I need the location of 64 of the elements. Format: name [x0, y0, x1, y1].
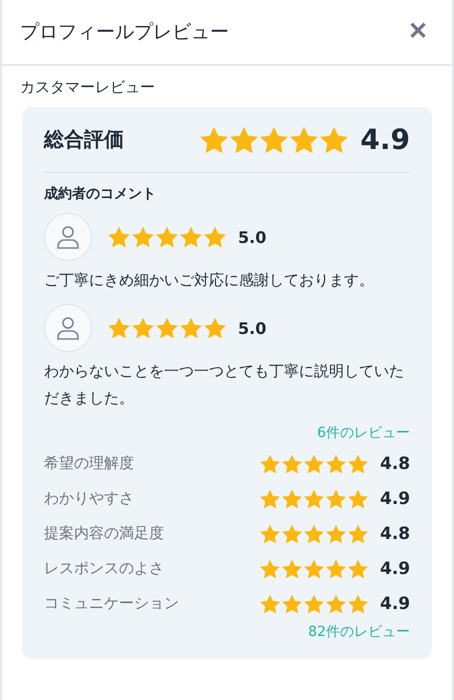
star-icon — [282, 594, 302, 614]
star-icon — [260, 488, 280, 508]
star-icon — [320, 126, 348, 154]
star-icon — [304, 558, 324, 578]
star-icon — [230, 126, 258, 154]
category-label: レスポンスのよさ — [44, 559, 164, 578]
panel-title: プロフィールプレビュー — [20, 20, 229, 45]
comment-score: 5.0 — [238, 318, 266, 338]
star-icon — [304, 524, 324, 544]
category-label: 提案内容の満足度 — [44, 524, 164, 543]
star-icon — [156, 226, 178, 248]
star-icon — [260, 126, 288, 154]
star-icon — [326, 524, 346, 544]
star-icon — [348, 454, 368, 474]
star-icon — [348, 488, 368, 508]
star-icon — [326, 594, 346, 614]
category-label: 希望の理解度 — [44, 454, 134, 473]
comments-title: 成約者のコメント — [44, 185, 156, 203]
category-score: 4.9 — [380, 488, 410, 508]
star-icon — [304, 594, 324, 614]
star-icon — [204, 317, 226, 339]
star-icon — [180, 226, 202, 248]
star-icon — [282, 558, 302, 578]
category-score: 4.9 — [380, 594, 410, 614]
category-label: わかりやすさ — [44, 489, 134, 508]
star-icon — [156, 317, 178, 339]
overall-label: 総合評価 — [44, 126, 124, 153]
star-icon — [108, 317, 130, 339]
star-icon — [290, 126, 318, 154]
close-button[interactable]: ✕ — [402, 20, 434, 44]
star-icon — [204, 226, 226, 248]
comment-text: ご丁寧にきめ細かいご対応に感謝しております。 — [44, 270, 375, 291]
avatar-icon — [44, 304, 92, 352]
star-icon — [200, 126, 228, 154]
star-icon — [108, 226, 130, 248]
star-icon — [260, 558, 280, 578]
reviews-link[interactable]: 82件のレビュー — [308, 623, 410, 641]
star-icon — [260, 524, 280, 544]
star-icon — [132, 317, 154, 339]
category-score: 4.9 — [380, 558, 410, 578]
star-icon — [304, 454, 324, 474]
star-icon — [326, 454, 346, 474]
star-icon — [180, 317, 202, 339]
reviews-link[interactable]: 6件のレビュー — [317, 424, 410, 442]
star-icon — [348, 524, 368, 544]
category-label: コミュニケーション — [44, 594, 179, 613]
star-icon — [260, 594, 280, 614]
star-icon — [260, 454, 280, 474]
star-icon — [304, 488, 324, 508]
star-icon — [326, 558, 346, 578]
star-icon — [326, 488, 346, 508]
star-icon — [132, 226, 154, 248]
category-score: 4.8 — [380, 454, 410, 474]
star-icon — [282, 454, 302, 474]
overall-score: 4.9 — [360, 123, 410, 156]
comment-text: わからないことを一つ一つとても丁寧に説明していただきました。 — [44, 361, 405, 409]
category-score: 4.8 — [380, 524, 410, 544]
star-icon — [348, 558, 368, 578]
star-icon — [348, 594, 368, 614]
star-icon — [282, 488, 302, 508]
avatar-icon — [44, 213, 92, 261]
comment-score: 5.0 — [238, 228, 266, 246]
section-title: カスタマーレビュー — [20, 78, 155, 97]
star-icon — [282, 524, 302, 544]
